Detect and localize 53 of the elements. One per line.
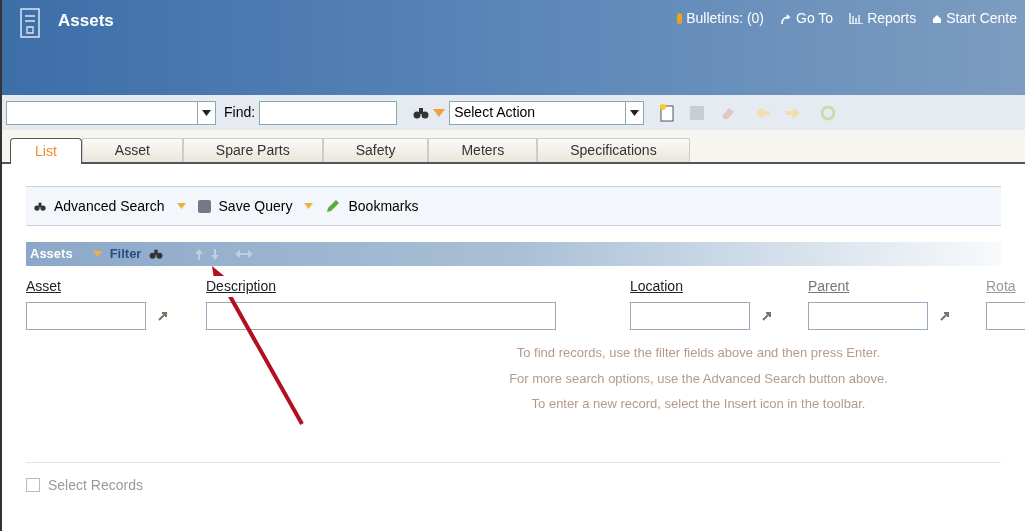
dropdown-triangle-icon[interactable] (176, 203, 186, 209)
app-select[interactable] (6, 100, 216, 125)
tab[interactable]: Meters (428, 138, 538, 162)
column-header[interactable]: Parent (808, 276, 850, 297)
eraser-icon[interactable] (720, 105, 737, 120)
table-title: Assets (30, 245, 73, 264)
tab[interactable]: Safety (322, 138, 429, 162)
hint-message: For more search options, use the Advanced Search button above. (509, 369, 888, 388)
save-icon (197, 199, 211, 213)
page-title: Assets (58, 10, 114, 32)
dropdown-triangle-icon[interactable] (304, 203, 314, 209)
filter-link[interactable]: Filter (109, 244, 142, 264)
filter-field[interactable] (808, 302, 928, 330)
filter-field[interactable] (630, 302, 750, 330)
curved-arrow-icon (780, 12, 793, 25)
filter-field[interactable] (986, 302, 1025, 330)
column-header[interactable]: Asset (26, 276, 61, 297)
lookup-arrow-icon[interactable] (158, 311, 168, 321)
alert-icon (677, 13, 683, 24)
save-icon[interactable] (690, 105, 705, 120)
pencil-icon (325, 198, 341, 214)
filter-field[interactable] (26, 302, 146, 330)
filter-field[interactable] (206, 302, 556, 330)
column-header[interactable]: Location (630, 276, 683, 297)
lookup-arrow-icon[interactable] (940, 311, 950, 321)
new-document-icon[interactable] (660, 103, 675, 122)
app-logo-icon (18, 8, 42, 38)
binoculars-icon[interactable] (149, 248, 164, 260)
tab[interactable]: Spare Parts (182, 138, 323, 162)
checkbox-label: Select Records (48, 475, 143, 495)
hint-message: To enter a new record, select the Insert icon in the toolbar. (531, 395, 866, 413)
column-header[interactable]: Description (206, 276, 277, 297)
hint-message: To find records, use the filter fields above and then press Enter. (516, 344, 881, 362)
find-field[interactable] (259, 100, 398, 125)
save-query-link[interactable]: Save Query (218, 195, 293, 217)
left-right-arrows-icon[interactable] (235, 250, 254, 258)
home-icon (932, 13, 943, 24)
refresh-icon[interactable] (820, 104, 837, 121)
tab[interactable]: Asset (81, 138, 183, 162)
checkbox[interactable] (26, 478, 40, 492)
binoculars-icon[interactable] (413, 105, 430, 120)
find-label: Find: (224, 103, 256, 122)
advanced-search-link[interactable]: Advanced Search (54, 195, 165, 217)
bar-chart-icon (849, 13, 864, 24)
bookmarks-link[interactable]: Bookmarks (348, 195, 419, 217)
up-arrow-icon[interactable] (195, 248, 204, 260)
dropdown-triangle-icon (92, 251, 102, 257)
dropdown-triangle-icon[interactable] (433, 108, 446, 117)
tab[interactable]: Specifications (537, 138, 690, 162)
select-action-dropdown[interactable]: Select Action (449, 100, 645, 125)
down-arrow-icon[interactable] (211, 248, 220, 260)
binoculars-icon (34, 200, 46, 212)
lookup-arrow-icon[interactable] (762, 311, 772, 321)
